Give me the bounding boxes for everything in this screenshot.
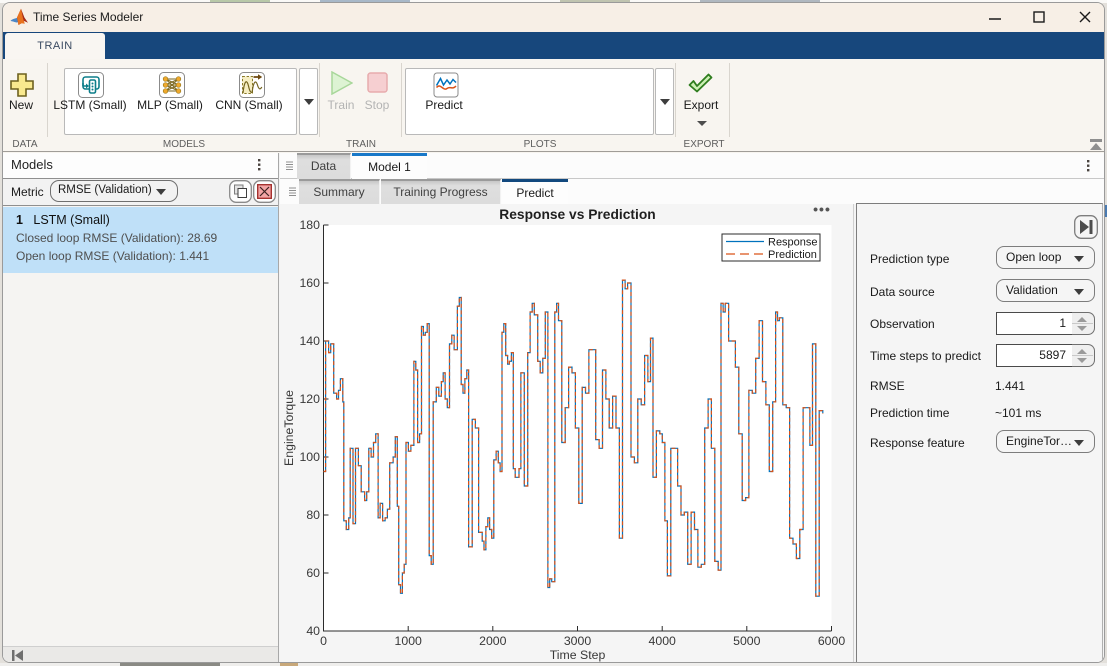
svg-text:•••: •••	[813, 204, 831, 217]
svg-text:6000: 6000	[818, 634, 846, 648]
svg-text:0: 0	[320, 634, 327, 648]
svg-text:160: 160	[299, 276, 320, 290]
svg-text:140: 140	[299, 334, 320, 348]
svg-text:2000: 2000	[479, 634, 507, 648]
svg-text:Response: Response	[768, 237, 818, 249]
svg-text:4000: 4000	[649, 634, 677, 648]
svg-text:Time Step: Time Step	[550, 648, 606, 662]
svg-text:3000: 3000	[564, 634, 592, 648]
svg-text:180: 180	[299, 218, 320, 232]
svg-text:80: 80	[306, 508, 320, 522]
svg-text:Prediction: Prediction	[768, 249, 817, 261]
svg-text:EngineTorque: EngineTorque	[282, 390, 296, 466]
svg-text:100: 100	[299, 450, 320, 464]
svg-text:5000: 5000	[733, 634, 761, 648]
svg-text:40: 40	[306, 624, 320, 638]
svg-text:Response vs Prediction: Response vs Prediction	[499, 207, 655, 222]
svg-text:1000: 1000	[395, 634, 423, 648]
svg-text:120: 120	[299, 392, 320, 406]
svg-text:60: 60	[306, 566, 320, 580]
